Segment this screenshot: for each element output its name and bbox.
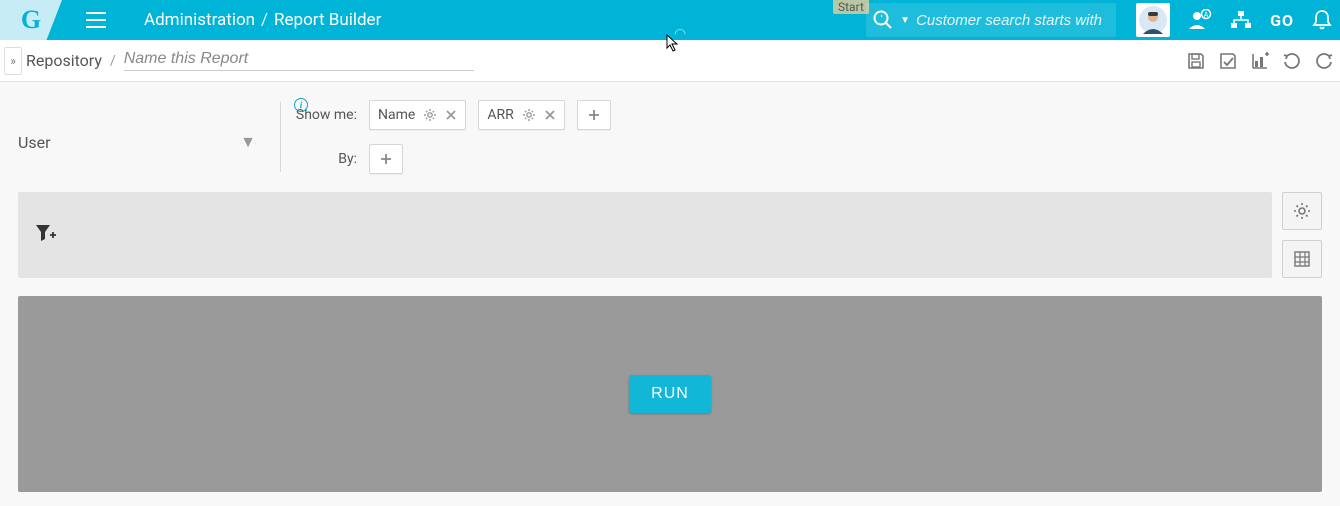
field-chip-label: Name	[378, 107, 415, 123]
add-groupby-button[interactable]	[369, 144, 403, 174]
avatar-icon	[1139, 6, 1167, 34]
filter-bar[interactable]	[18, 192, 1272, 278]
report-name-input[interactable]	[124, 50, 474, 71]
caret-down-icon: ▼	[240, 132, 256, 152]
org-hierarchy-button[interactable]	[1230, 10, 1252, 30]
add-chart-button[interactable]	[1250, 51, 1270, 71]
source-object-label: User	[18, 133, 51, 152]
sub-nav-bar: » Repository /	[0, 40, 1340, 82]
bell-icon	[1312, 9, 1332, 31]
main-menu-button[interactable]	[86, 12, 106, 28]
hierarchy-icon	[1230, 10, 1252, 30]
sub-separator: /	[110, 53, 116, 69]
source-object-select[interactable]: User ▼	[18, 128, 258, 156]
breadcrumb-separator: /	[261, 10, 268, 30]
person-badge-icon: A	[1188, 9, 1212, 31]
info-icon[interactable]: i	[294, 98, 308, 112]
report-settings-button[interactable]	[1282, 192, 1322, 230]
config-row: User ▼ i Show me: Name ARR	[18, 100, 1322, 174]
save-check-icon	[1218, 51, 1238, 71]
start-tag[interactable]: Start	[833, 0, 869, 14]
save-icon	[1186, 51, 1206, 71]
add-field-button[interactable]	[577, 100, 611, 130]
field-remove-button[interactable]	[544, 109, 556, 121]
field-chip-name[interactable]: Name	[369, 100, 466, 130]
table-icon	[1293, 250, 1311, 268]
field-chip-arr[interactable]: ARR	[478, 100, 564, 130]
chart-plus-icon	[1250, 51, 1270, 71]
by-label: By:	[295, 151, 357, 167]
search-dropdown-caret-icon[interactable]: ▼	[900, 15, 910, 26]
show-me-row: Show me: Name ARR	[295, 100, 611, 130]
refresh-button[interactable]	[1314, 51, 1334, 71]
breadcrumb-section[interactable]: Administration	[144, 10, 255, 30]
go-button[interactable]: GO	[1270, 11, 1294, 30]
fields-column: Show me: Name ARR By:	[295, 100, 611, 174]
top-right-actions: ▼ A GO	[866, 0, 1332, 40]
sub-toolbar	[1186, 40, 1334, 82]
svg-text:A: A	[1204, 11, 1209, 19]
repository-link[interactable]: Repository	[26, 51, 102, 70]
gear-icon	[423, 108, 437, 122]
undo-button[interactable]	[1282, 51, 1302, 71]
plus-icon	[587, 108, 601, 122]
plus-icon	[379, 152, 393, 166]
field-chip-label: ARR	[487, 107, 513, 123]
notifications-button[interactable]	[1312, 9, 1332, 31]
expand-sidebar-button[interactable]: »	[4, 47, 22, 75]
gear-icon	[522, 108, 536, 122]
refresh-icon	[1314, 51, 1334, 71]
search-input[interactable]	[916, 12, 1106, 29]
hamburger-icon	[86, 12, 106, 28]
report-builder-main: User ▼ i Show me: Name ARR	[0, 82, 1340, 506]
search-icon	[872, 9, 894, 31]
global-search[interactable]: ▼	[866, 3, 1116, 37]
save-button[interactable]	[1186, 51, 1206, 71]
table-view-button[interactable]	[1282, 240, 1322, 278]
user-avatar[interactable]	[1136, 3, 1170, 37]
top-nav-bar: G Administration / Report Builder Start …	[0, 0, 1340, 40]
field-settings-button[interactable]	[423, 108, 437, 122]
breadcrumb: Administration / Report Builder	[144, 10, 381, 30]
user-admin-button[interactable]: A	[1188, 9, 1212, 31]
filter-strip	[18, 192, 1322, 278]
view-side-buttons	[1282, 192, 1322, 278]
close-icon	[445, 109, 457, 121]
results-area: RUN	[18, 296, 1322, 492]
filter-plus-icon	[34, 223, 56, 243]
vertical-divider	[280, 102, 281, 172]
field-remove-button[interactable]	[445, 109, 457, 121]
brand-logo: G	[21, 5, 41, 35]
field-settings-button[interactable]	[522, 108, 536, 122]
undo-icon	[1282, 51, 1302, 71]
close-icon	[544, 109, 556, 121]
breadcrumb-page: Report Builder	[274, 10, 381, 30]
save-as-button[interactable]	[1218, 51, 1238, 71]
by-row: By:	[295, 144, 611, 174]
brand-logo-wrap: G	[0, 0, 62, 40]
add-filter-button[interactable]	[34, 223, 56, 247]
run-button[interactable]: RUN	[629, 375, 711, 413]
gear-icon	[1293, 202, 1311, 220]
chevron-double-right-icon: »	[10, 54, 16, 68]
